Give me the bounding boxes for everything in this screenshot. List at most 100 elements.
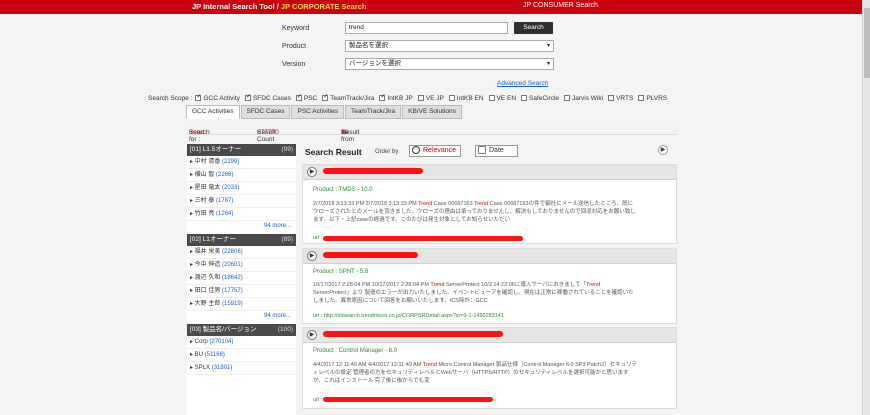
scope-plvrs[interactable]: PLVRS: [638, 95, 667, 102]
scope-ve-jp[interactable]: VE JP: [417, 95, 444, 102]
checkbox-icon[interactable]: [521, 95, 528, 101]
facet-title: [02] L1オーナー: [190, 236, 236, 243]
result-snippet: 4/4/2017 12:11:49 AM 4/4/2017 12:11:49 A…: [313, 361, 638, 385]
scope-safecircle[interactable]: SafeCircle: [521, 95, 559, 102]
product-select[interactable]: 製品名を選択: [345, 40, 554, 52]
redacted-url[interactable]: [323, 236, 523, 241]
scope-jarvis-wiki[interactable]: Jarvis Wiki: [564, 95, 603, 102]
keyword-input[interactable]: trend: [345, 22, 508, 34]
facet-item[interactable]: ▸ BU (51166): [187, 349, 296, 362]
result-url[interactable]: url : http://intsearch.trendmicro.co.jp/…: [313, 313, 504, 319]
facet-header[interactable]: [02] L1オーナー (89): [187, 234, 296, 246]
scope-intkb-jp[interactable]: IntKB JP: [379, 93, 413, 102]
checkbox-icon[interactable]: [564, 95, 571, 101]
facet-item[interactable]: ▸ 大野 主郎 (15919): [187, 298, 296, 311]
scope-ve-en[interactable]: VE EN: [488, 95, 516, 102]
result-header[interactable]: ▶: [303, 328, 676, 343]
sort-relevance-button[interactable]: Relevance: [409, 145, 462, 157]
product-label: Product: [282, 43, 307, 50]
checkbox-icon[interactable]: [322, 93, 328, 101]
play-icon[interactable]: ▶: [307, 251, 317, 261]
facet-item-name: ▸ Corp: [190, 339, 208, 345]
search-button[interactable]: Search: [514, 22, 553, 34]
scope-label: SFDC Cases: [252, 94, 291, 102]
checkbox-icon[interactable]: [295, 93, 302, 101]
result-product-label: Product :: [313, 348, 338, 354]
scope-gcc-activity[interactable]: GCC Activity: [195, 93, 240, 102]
scope-label: GCC Activity: [203, 94, 240, 102]
result-header[interactable]: ▶: [303, 165, 676, 180]
sort-date-button[interactable]: Date: [475, 145, 518, 157]
result-product: Product : TMDS - 10.0: [313, 187, 373, 193]
advanced-search-link[interactable]: Advanced Search: [497, 80, 548, 87]
scope-teamtrack-jira[interactable]: TeamTrack/Jira: [322, 93, 374, 102]
version-label: Version: [282, 61, 306, 68]
scope-sfdc-cases[interactable]: SFDC Cases: [244, 93, 291, 102]
facet-item[interactable]: ▸ 今中 伸造 (20601): [187, 259, 296, 272]
facet-more-link[interactable]: 94 more...: [187, 311, 296, 322]
facet-title: [01] L1.5オーナー: [190, 146, 242, 153]
tab-psc-activities[interactable]: PSC Activities: [291, 105, 344, 119]
tab-teamtrack-jira[interactable]: TeamTrack/Jira: [344, 105, 402, 119]
redacted-title[interactable]: [323, 168, 423, 174]
scrollbar-thumb[interactable]: [864, 8, 870, 78]
redacted-title[interactable]: [323, 331, 503, 337]
facet-item[interactable]: ▸ 星田 竜太 (2033): [187, 182, 296, 195]
scope-label: PLVRS: [646, 94, 668, 102]
result-count-value: 577770: [257, 129, 279, 136]
result-product-label: Product :: [313, 269, 338, 275]
scope-label: VRTS: [616, 94, 634, 102]
facet-item-count: (270104): [209, 339, 234, 345]
scope-vrts[interactable]: VRTS: [608, 95, 633, 102]
scope-intkb-en[interactable]: IntKB EN: [448, 95, 484, 102]
facet-more-link[interactable]: 94 more...: [187, 221, 296, 232]
scope-label: IntKB JP: [387, 94, 413, 102]
facet-item[interactable]: ▸ 横山 智 (2266): [187, 169, 296, 182]
search-result-title: Search Result: [305, 147, 362, 157]
scope-label: PSC: [303, 94, 318, 102]
facet-item[interactable]: ▸ 中村 清香 (2299): [187, 156, 296, 169]
checkbox-icon[interactable]: [379, 93, 385, 101]
tab-gcc-activities[interactable]: GCC Activities: [186, 105, 240, 119]
facet-item[interactable]: ▸ 福井 栄美 (22806): [187, 246, 296, 259]
scope-psc[interactable]: PSC: [295, 93, 318, 102]
play-icon[interactable]: ▶: [307, 330, 317, 340]
checkbox-icon[interactable]: [244, 93, 251, 101]
facet-item[interactable]: ▸ Corp (270104): [187, 336, 296, 349]
result-url-value[interactable]: http://intsearch.trendmicro.co.jp/CORPSR…: [324, 313, 504, 319]
facet-item[interactable]: ▸ 渡辺 久和 (18642): [187, 272, 296, 285]
facet-item[interactable]: ▸ 竹田 亮 (1264): [187, 208, 296, 221]
facet-header[interactable]: [03] 製品名/バージョン (100): [187, 324, 296, 336]
app-title-main: JP Internal Search Tool /: [192, 2, 281, 11]
version-select[interactable]: バージョンを選択: [345, 58, 554, 70]
redacted-title[interactable]: [323, 252, 418, 258]
search-info-bar: Search for : trend Result Count : 577770…: [186, 121, 677, 150]
redacted-url[interactable]: [323, 397, 493, 402]
result-url-label: url :: [313, 313, 323, 319]
checkbox-icon[interactable]: [195, 93, 201, 101]
facet-item[interactable]: ▸ 三村 泰 (1787): [187, 195, 296, 208]
facet-item[interactable]: ▸ SPLX (31801): [187, 362, 296, 375]
play-icon[interactable]: ▶: [307, 167, 317, 177]
snippet-text: 2/7/2018 3:13:33 PM 2/7/2018 3:13:33 PM: [313, 201, 419, 207]
facet-item-name: ▸ 田口 佳男: [190, 288, 221, 294]
result-header[interactable]: ▶: [303, 249, 676, 264]
result-product-value: TMDS - 10.0: [338, 187, 373, 193]
snippet-text: 10/17/2017 2:28:04 PM 10/17/2017 2:28:04…: [313, 282, 431, 288]
checkbox-icon[interactable]: [448, 95, 455, 101]
result-product-value: SPNT - 5.8: [338, 269, 369, 275]
consumer-search-link[interactable]: JP CONSUMER Search: [523, 2, 598, 9]
app-title-corporate[interactable]: JP CORPORATE Search: [281, 2, 367, 11]
page-scrollbar[interactable]: [862, 0, 870, 415]
checkbox-icon[interactable]: [608, 95, 615, 101]
tab-sfdc-cases[interactable]: SFDC Cases: [240, 105, 291, 119]
checkbox-icon[interactable]: [417, 95, 424, 101]
checkbox-icon[interactable]: [488, 95, 495, 101]
play-icon[interactable]: ▶: [658, 145, 668, 155]
checkbox-icon[interactable]: [638, 95, 645, 101]
facet-item-count: (2033): [222, 185, 240, 191]
facet-header[interactable]: [01] L1.5オーナー (99): [187, 144, 296, 156]
search-for-value: trend: [189, 129, 204, 136]
tab-kb-ve-solutions[interactable]: KB/VE Solutions: [402, 105, 462, 119]
facet-item[interactable]: ▸ 田口 佳男 (17757): [187, 285, 296, 298]
